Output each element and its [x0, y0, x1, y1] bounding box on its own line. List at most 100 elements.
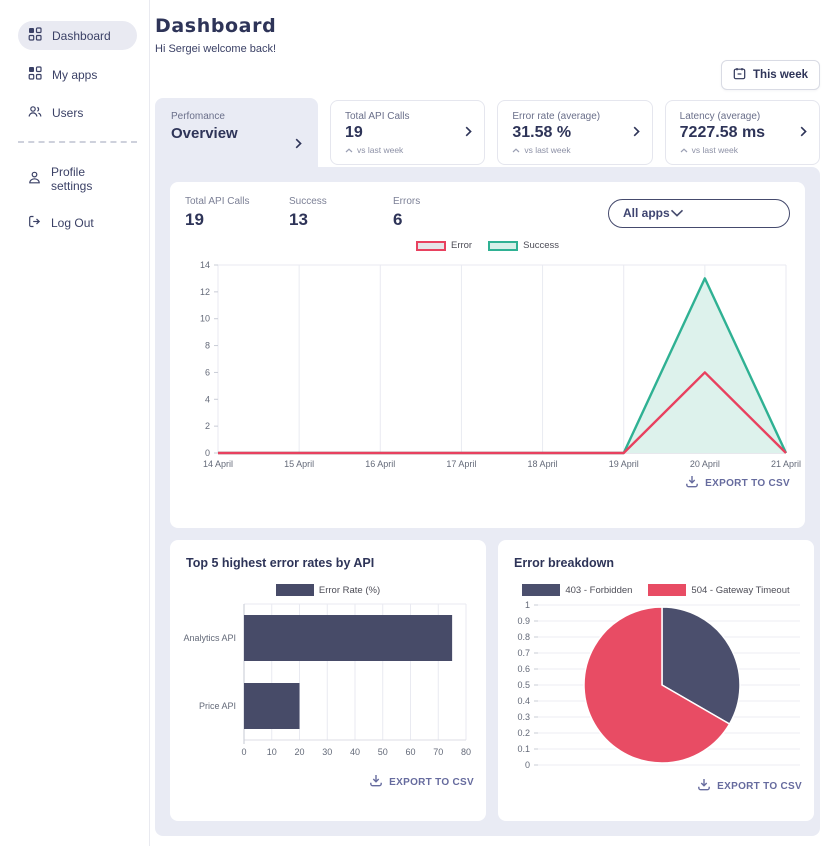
- svg-text:Price API: Price API: [199, 701, 236, 711]
- tab-overview[interactable]: Perfomance Overview: [155, 98, 318, 167]
- pie-chart-legend: 403 - Forbidden 504 - Gateway Timeout: [510, 584, 802, 596]
- legend-item-success[interactable]: Success: [488, 240, 559, 251]
- tab-kicker: Perfomance: [171, 111, 304, 122]
- svg-text:12: 12: [200, 287, 210, 297]
- overview-panel: Total API Calls 19 Success 13 Errors 6 A…: [155, 167, 820, 836]
- stat-card-label: Total API Calls: [345, 111, 472, 122]
- download-icon: [697, 778, 711, 794]
- stat-card-compare: vs last week: [345, 145, 472, 155]
- svg-text:40: 40: [350, 747, 360, 757]
- bar-chart-legend: Error Rate (%): [182, 584, 474, 596]
- svg-text:0.4: 0.4: [517, 696, 530, 706]
- svg-text:14: 14: [200, 260, 210, 270]
- svg-text:14 April: 14 April: [203, 459, 233, 469]
- overview-stat-errors: Errors 6: [393, 196, 497, 230]
- svg-text:0: 0: [525, 760, 530, 770]
- stat-card-latency[interactable]: Latency (average) 7227.58 ms vs last wee…: [665, 100, 820, 165]
- svg-text:0.1: 0.1: [517, 744, 530, 754]
- sidebar-item-dashboard[interactable]: Dashboard: [18, 21, 137, 50]
- main-content: Dashboard Hi Sergei welcome back! This w…: [155, 0, 820, 836]
- api-calls-chart: 0246810121414 April15 April16 April17 Ap…: [185, 255, 789, 469]
- sidebar-item-my-apps[interactable]: My apps: [18, 60, 137, 89]
- card-title: Top 5 highest error rates by API: [186, 556, 474, 570]
- page-title: Dashboard: [155, 15, 820, 37]
- svg-text:10: 10: [200, 314, 210, 324]
- svg-text:30: 30: [322, 747, 332, 757]
- svg-text:1: 1: [525, 600, 530, 610]
- legend-item-403[interactable]: 403 - Forbidden: [522, 584, 632, 596]
- period-label: This week: [753, 69, 808, 81]
- tabs-row: Perfomance Overview Total API Calls 19 v…: [155, 98, 820, 167]
- svg-text:0.2: 0.2: [517, 728, 530, 738]
- svg-text:20: 20: [294, 747, 304, 757]
- stat-card-total-api-calls[interactable]: Total API Calls 19 vs last week: [330, 100, 485, 165]
- person-icon: [28, 171, 41, 187]
- error-swatch: [416, 241, 446, 251]
- stat-card-value: 19: [345, 124, 472, 142]
- svg-text:0.8: 0.8: [517, 632, 530, 642]
- error-rate-swatch: [276, 584, 314, 596]
- svg-text:21 April: 21 April: [771, 459, 801, 469]
- error-breakdown-card: Error breakdown 403 - Forbidden 504 - Ga…: [498, 540, 814, 821]
- chevron-down-icon: [670, 206, 684, 220]
- chevron-right-icon: [465, 124, 472, 142]
- legend-item-error-rate[interactable]: Error Rate (%): [276, 584, 380, 596]
- api-calls-card: Total API Calls 19 Success 13 Errors 6 A…: [170, 182, 805, 528]
- svg-text:19 April: 19 April: [609, 459, 639, 469]
- sidebar-item-profile-settings[interactable]: Profile settings: [18, 159, 137, 199]
- export-csv-link[interactable]: EXPORT TO CSV: [182, 774, 474, 790]
- download-icon: [685, 475, 699, 491]
- top-errors-chart: 01020304050607080Analytics APIPrice API: [182, 598, 474, 768]
- svg-text:0.9: 0.9: [517, 616, 530, 626]
- caret-up-icon: [680, 145, 688, 155]
- svg-text:0.7: 0.7: [517, 648, 530, 658]
- top-errors-card: Top 5 highest error rates by API Error R…: [170, 540, 486, 821]
- sidebar-item-label: Users: [52, 106, 83, 120]
- bottom-cards-row: Top 5 highest error rates by API Error R…: [170, 540, 805, 821]
- stat-card-compare: vs last week: [512, 145, 639, 155]
- users-icon: [28, 105, 42, 121]
- apps-filter-dropdown[interactable]: All apps: [608, 199, 790, 228]
- caret-up-icon: [512, 145, 520, 155]
- sidebar: Dashboard My apps Users Profile settings…: [0, 0, 150, 846]
- svg-text:15 April: 15 April: [284, 459, 314, 469]
- stat-card-error-rate[interactable]: Error rate (average) 31.58 % vs last wee…: [497, 100, 652, 165]
- overview-stat-total: Total API Calls 19: [185, 196, 289, 230]
- export-csv-link[interactable]: EXPORT TO CSV: [510, 778, 802, 794]
- svg-text:60: 60: [405, 747, 415, 757]
- period-selector-button[interactable]: This week: [721, 60, 820, 90]
- svg-text:10: 10: [267, 747, 277, 757]
- svg-text:0.3: 0.3: [517, 712, 530, 722]
- calendar-icon: [733, 67, 746, 83]
- overview-stat-success: Success 13: [289, 196, 393, 230]
- forbidden-swatch: [522, 584, 560, 596]
- sidebar-item-users[interactable]: Users: [18, 99, 137, 127]
- stat-card-label: Error rate (average): [512, 111, 639, 122]
- sidebar-item-label: My apps: [52, 68, 97, 82]
- page-subtitle: Hi Sergei welcome back!: [155, 43, 820, 55]
- logout-icon: [28, 215, 41, 231]
- grid-icon: [28, 27, 42, 44]
- card-title: Error breakdown: [514, 556, 802, 570]
- svg-text:0.6: 0.6: [517, 664, 530, 674]
- legend-item-error[interactable]: Error: [416, 240, 472, 251]
- stat-card-compare: vs last week: [680, 145, 807, 155]
- success-swatch: [488, 241, 518, 251]
- chevron-right-icon: [800, 124, 807, 142]
- sidebar-divider: [18, 141, 137, 143]
- svg-text:70: 70: [433, 747, 443, 757]
- apps-filter-value: All apps: [623, 206, 670, 220]
- download-icon: [369, 774, 383, 790]
- svg-text:20 April: 20 April: [690, 459, 720, 469]
- sidebar-item-log-out[interactable]: Log Out: [18, 209, 137, 237]
- stat-card-label: Latency (average): [680, 111, 807, 122]
- svg-text:0: 0: [205, 448, 210, 458]
- svg-text:50: 50: [378, 747, 388, 757]
- svg-text:17 April: 17 April: [446, 459, 476, 469]
- legend-item-504[interactable]: 504 - Gateway Timeout: [648, 584, 789, 596]
- grid-icon: [28, 66, 42, 83]
- svg-text:8: 8: [205, 341, 210, 351]
- export-csv-link[interactable]: EXPORT TO CSV: [185, 475, 790, 491]
- svg-text:80: 80: [461, 747, 471, 757]
- line-chart-legend: Error Success: [185, 240, 790, 251]
